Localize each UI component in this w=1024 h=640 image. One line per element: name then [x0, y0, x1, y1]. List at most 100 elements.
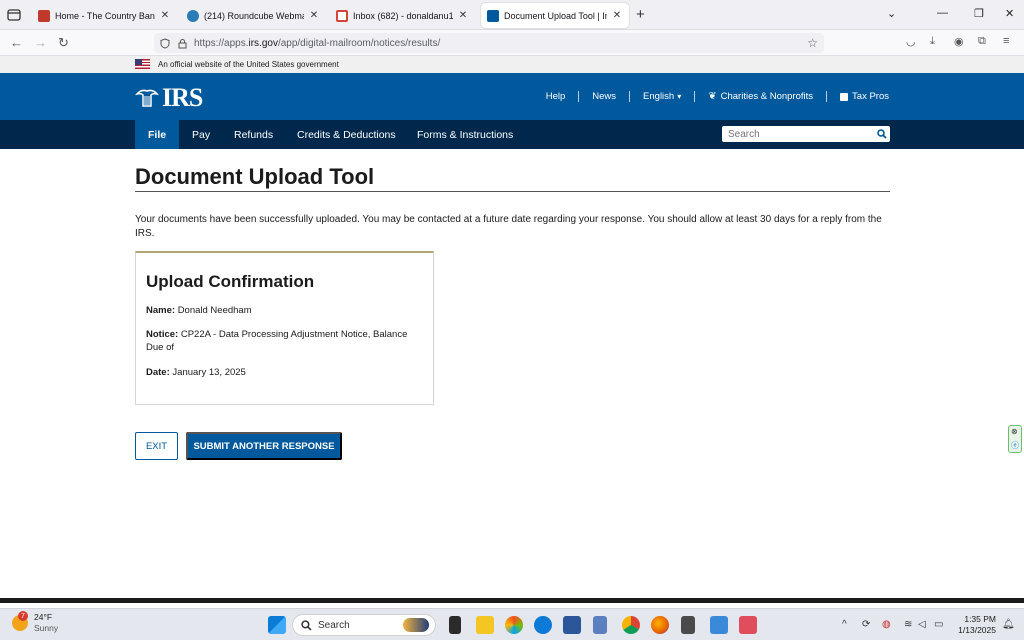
security-icon[interactable]: ◍	[882, 619, 891, 630]
util-nav-language[interactable]: English ▾	[629, 91, 694, 102]
tab-close-icon[interactable]: ✕	[308, 10, 320, 21]
search-label: Search	[318, 619, 350, 631]
tab-roundcube[interactable]: (214) Roundcube Webmail :: Inb ✕	[181, 3, 326, 28]
wifi-icon[interactable]: ≋	[904, 619, 912, 630]
show-hidden-icons-chevron-icon[interactable]: ^	[842, 619, 847, 630]
close-window-icon[interactable]: ✕	[1005, 7, 1014, 20]
util-nav-tax-pros[interactable]: Tax Pros	[826, 91, 889, 102]
bank-favicon-icon	[38, 9, 50, 22]
windows-start-icon[interactable]	[268, 616, 286, 634]
word-icon[interactable]	[563, 616, 581, 634]
account-icon[interactable]: ◉	[954, 35, 964, 48]
tab-list-icon[interactable]	[6, 7, 22, 23]
photos-icon[interactable]	[710, 616, 728, 634]
intro-text: Your documents have been successfully up…	[135, 214, 882, 239]
page-footer-bar	[0, 598, 1024, 603]
upload-confirmation-card: Upload Confirmation Name: Donald Needham…	[135, 251, 434, 405]
snipping-tool-icon[interactable]	[739, 616, 757, 634]
system-clock[interactable]: 1:35 PM 1/13/2025	[954, 614, 996, 636]
pocket-icon[interactable]: ◡	[906, 35, 916, 48]
irs-header: IRS Help News English ▾ ❦ Charities & Nonp…	[0, 73, 1024, 120]
nav-pay[interactable]: Pay	[192, 120, 210, 149]
file-explorer-icon[interactable]	[476, 616, 494, 634]
handshake-icon: ❦	[708, 91, 717, 102]
briefcase-icon	[840, 92, 849, 101]
weather-widget[interactable]: 7 24°F Sunny	[12, 611, 59, 634]
battery-icon[interactable]: ▭	[934, 619, 943, 630]
bookmark-star-icon[interactable]: ☆	[807, 36, 818, 50]
tab-close-icon[interactable]: ✕	[611, 10, 623, 21]
new-tab-button[interactable]: +	[636, 6, 645, 23]
tab-label: (214) Roundcube Webmail :: Inb	[204, 10, 304, 21]
firefox-icon[interactable]	[651, 616, 669, 634]
tab-close-icon[interactable]: ✕	[457, 10, 469, 21]
extensions-icon[interactable]: ⧉	[978, 35, 986, 48]
search-icon[interactable]	[874, 127, 890, 141]
temperature: 24°F	[34, 612, 53, 622]
page-title: Document Upload Tool	[135, 164, 375, 189]
roundcube-favicon-icon	[187, 9, 199, 22]
shield-icon[interactable]	[160, 38, 170, 49]
tab-close-icon[interactable]: ✕	[159, 10, 171, 21]
gov-banner: An official website of the United States…	[0, 56, 1024, 73]
sync-icon[interactable]: ⟳	[862, 619, 870, 630]
calculator-icon[interactable]	[681, 616, 695, 634]
back-arrow-icon[interactable]: ←	[10, 35, 23, 50]
notice-value: CP22A - Data Processing Adjustment Notic…	[146, 329, 408, 353]
lock-icon[interactable]	[178, 38, 187, 49]
nav-forms-instructions[interactable]: Forms & Instructions	[417, 120, 513, 149]
extension-side-badge[interactable]: ⊗ ⓔ	[1008, 425, 1022, 453]
tab-gmail[interactable]: Inbox (682) - donaldanu184@g ✕	[330, 3, 475, 28]
tab-country-bank[interactable]: Home - The Country Bank of Ea ✕	[32, 3, 177, 28]
address-bar[interactable]: https://apps.irs.gov/app/digital-mailroo…	[154, 33, 824, 53]
restore-icon[interactable]: ❐	[974, 7, 984, 20]
minimize-icon[interactable]: —	[937, 7, 948, 19]
clock-date: 1/13/2025	[958, 625, 996, 635]
gov-banner-text: An official website of the United States…	[158, 60, 339, 69]
notification-bell-icon[interactable]: 🔔︎	[1002, 619, 1015, 630]
taskbar: 7 24°F Sunny Search ^ ⟳ ◍ ≋ ◁ ▭ 1:35 PM …	[0, 608, 1024, 640]
util-nav-charities[interactable]: ❦ Charities & Nonprofits	[694, 91, 826, 102]
weather-condition: Sunny	[34, 623, 59, 633]
download-icon[interactable]: ⤓	[930, 35, 935, 48]
tab-label: Home - The Country Bank of Ea	[55, 10, 155, 21]
task-view-icon[interactable]	[449, 616, 461, 634]
exit-button[interactable]: EXIT	[135, 432, 178, 460]
nav-refunds[interactable]: Refunds	[234, 120, 273, 149]
copilot-icon[interactable]	[505, 616, 523, 634]
edge-browser-icon[interactable]	[534, 616, 552, 634]
tab-label: Document Upload Tool | Intern	[504, 10, 607, 21]
main-nav: File Pay Refunds Credits & Deductions Fo…	[0, 120, 1024, 149]
volume-icon[interactable]: ◁	[918, 619, 926, 630]
title-divider	[135, 191, 890, 192]
notification-badge: 7	[18, 611, 28, 621]
submit-another-response-button[interactable]: SUBMIT ANOTHER RESPONSE	[186, 432, 342, 460]
notepad-icon[interactable]	[593, 616, 607, 634]
search-input[interactable]	[722, 127, 874, 141]
notice-field: Notice: CP22A - Data Processing Adjustme…	[146, 329, 408, 353]
irs-logo[interactable]: IRS	[135, 83, 203, 113]
close-icon[interactable]: ⊗	[1011, 427, 1018, 436]
forward-arrow-icon[interactable]: →	[34, 35, 47, 50]
util-nav-news[interactable]: News	[578, 91, 629, 102]
gmail-favicon-icon	[336, 9, 348, 22]
tab-label: Inbox (682) - donaldanu184@g	[353, 10, 453, 21]
url-text: https://apps.irs.gov/app/digital-mailroo…	[194, 37, 441, 49]
tab-overflow-chevron-icon[interactable]: ⌄	[887, 7, 896, 20]
taskbar-search[interactable]: Search	[292, 614, 436, 636]
nav-file[interactable]: File	[135, 120, 180, 149]
menu-icon[interactable]: ≡	[1003, 35, 1009, 47]
search-icon	[301, 619, 312, 630]
tab-document-upload-tool[interactable]: Document Upload Tool | Intern ✕	[481, 3, 629, 28]
sun-icon: 7	[12, 611, 28, 631]
edge-icon[interactable]: ⓔ	[1011, 440, 1019, 451]
reload-icon[interactable]: ↻	[58, 35, 69, 51]
date-value: January 13, 2025	[172, 367, 246, 378]
clock-time: 1:35 PM	[964, 614, 996, 624]
nav-credits-deductions[interactable]: Credits & Deductions	[297, 120, 396, 149]
chrome-icon[interactable]	[622, 616, 640, 634]
us-flag-icon	[135, 59, 150, 69]
util-nav-help[interactable]: Help	[533, 91, 579, 102]
eagle-icon	[135, 89, 159, 107]
card-title: Upload Confirmation	[146, 272, 315, 291]
